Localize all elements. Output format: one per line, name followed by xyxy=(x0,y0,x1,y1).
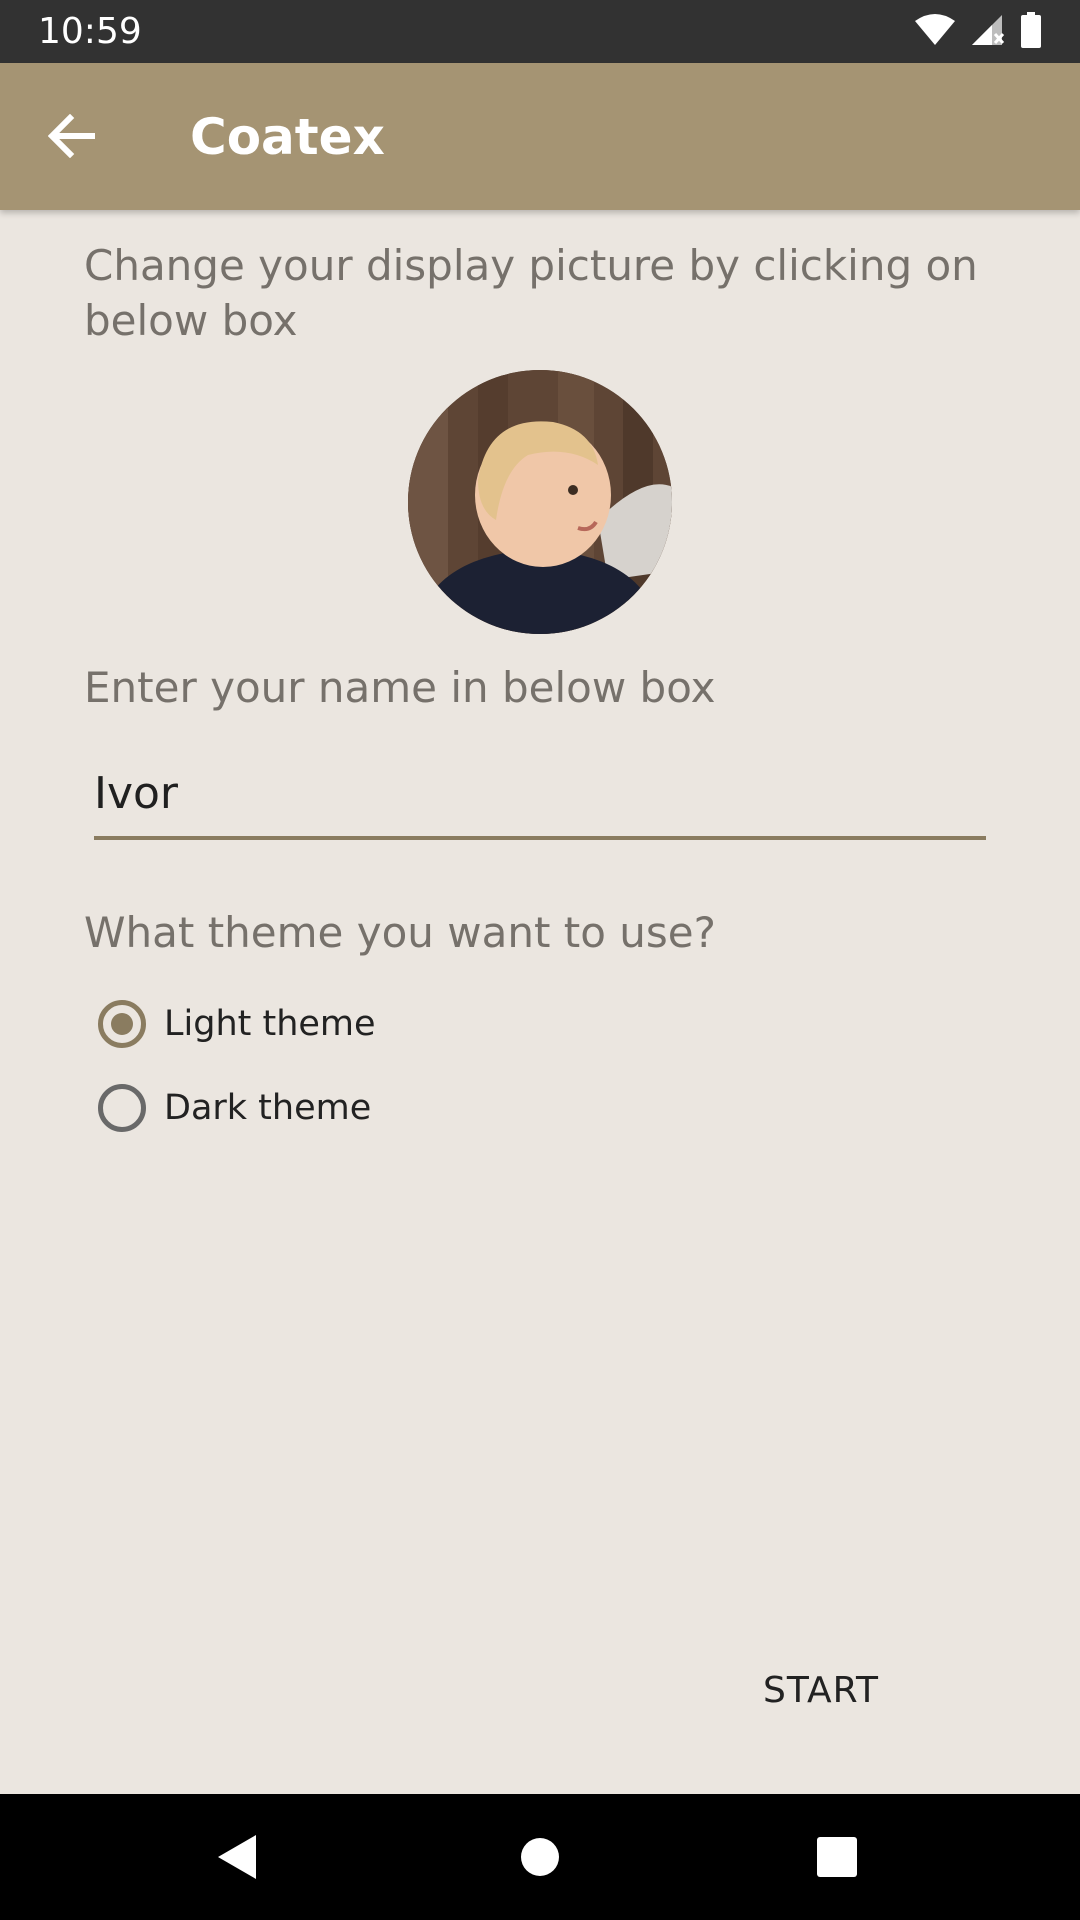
system-navigation-bar xyxy=(0,1794,1080,1920)
status-time: 10:59 xyxy=(38,11,142,52)
status-bar: 10:59 xyxy=(0,0,1080,63)
display-picture-avatar[interactable] xyxy=(408,370,672,634)
app-bar: Coatex xyxy=(0,63,1080,210)
back-triangle-icon xyxy=(218,1835,256,1879)
recents-square-icon xyxy=(817,1837,857,1877)
nav-home-button[interactable] xyxy=(500,1824,580,1890)
battery-icon xyxy=(1020,12,1042,52)
name-prompt: Enter your name in below box xyxy=(84,663,716,712)
status-icons xyxy=(914,12,1042,52)
picture-prompt: Change your display picture by clicking … xyxy=(84,241,978,345)
dark-theme-option[interactable]: Dark theme xyxy=(98,1080,371,1136)
start-button[interactable]: START xyxy=(736,1640,906,1740)
wifi-icon xyxy=(914,13,956,51)
theme-prompt: What theme you want to use? xyxy=(84,908,716,957)
nav-back-button[interactable] xyxy=(198,1824,278,1890)
signal-icon xyxy=(970,13,1006,51)
light-theme-radio[interactable] xyxy=(98,1000,146,1048)
back-button[interactable] xyxy=(30,100,114,172)
child-photo-image xyxy=(408,370,672,634)
light-theme-option[interactable]: Light theme xyxy=(98,996,376,1052)
arrow-left-icon xyxy=(48,114,95,158)
app-title: Coatex xyxy=(190,108,385,166)
home-circle-icon xyxy=(521,1838,559,1876)
nav-recents-button[interactable] xyxy=(797,1824,877,1890)
dark-theme-radio[interactable] xyxy=(98,1084,146,1132)
light-theme-label: Light theme xyxy=(164,1004,376,1044)
name-input[interactable] xyxy=(94,750,986,840)
dark-theme-label: Dark theme xyxy=(164,1088,372,1128)
